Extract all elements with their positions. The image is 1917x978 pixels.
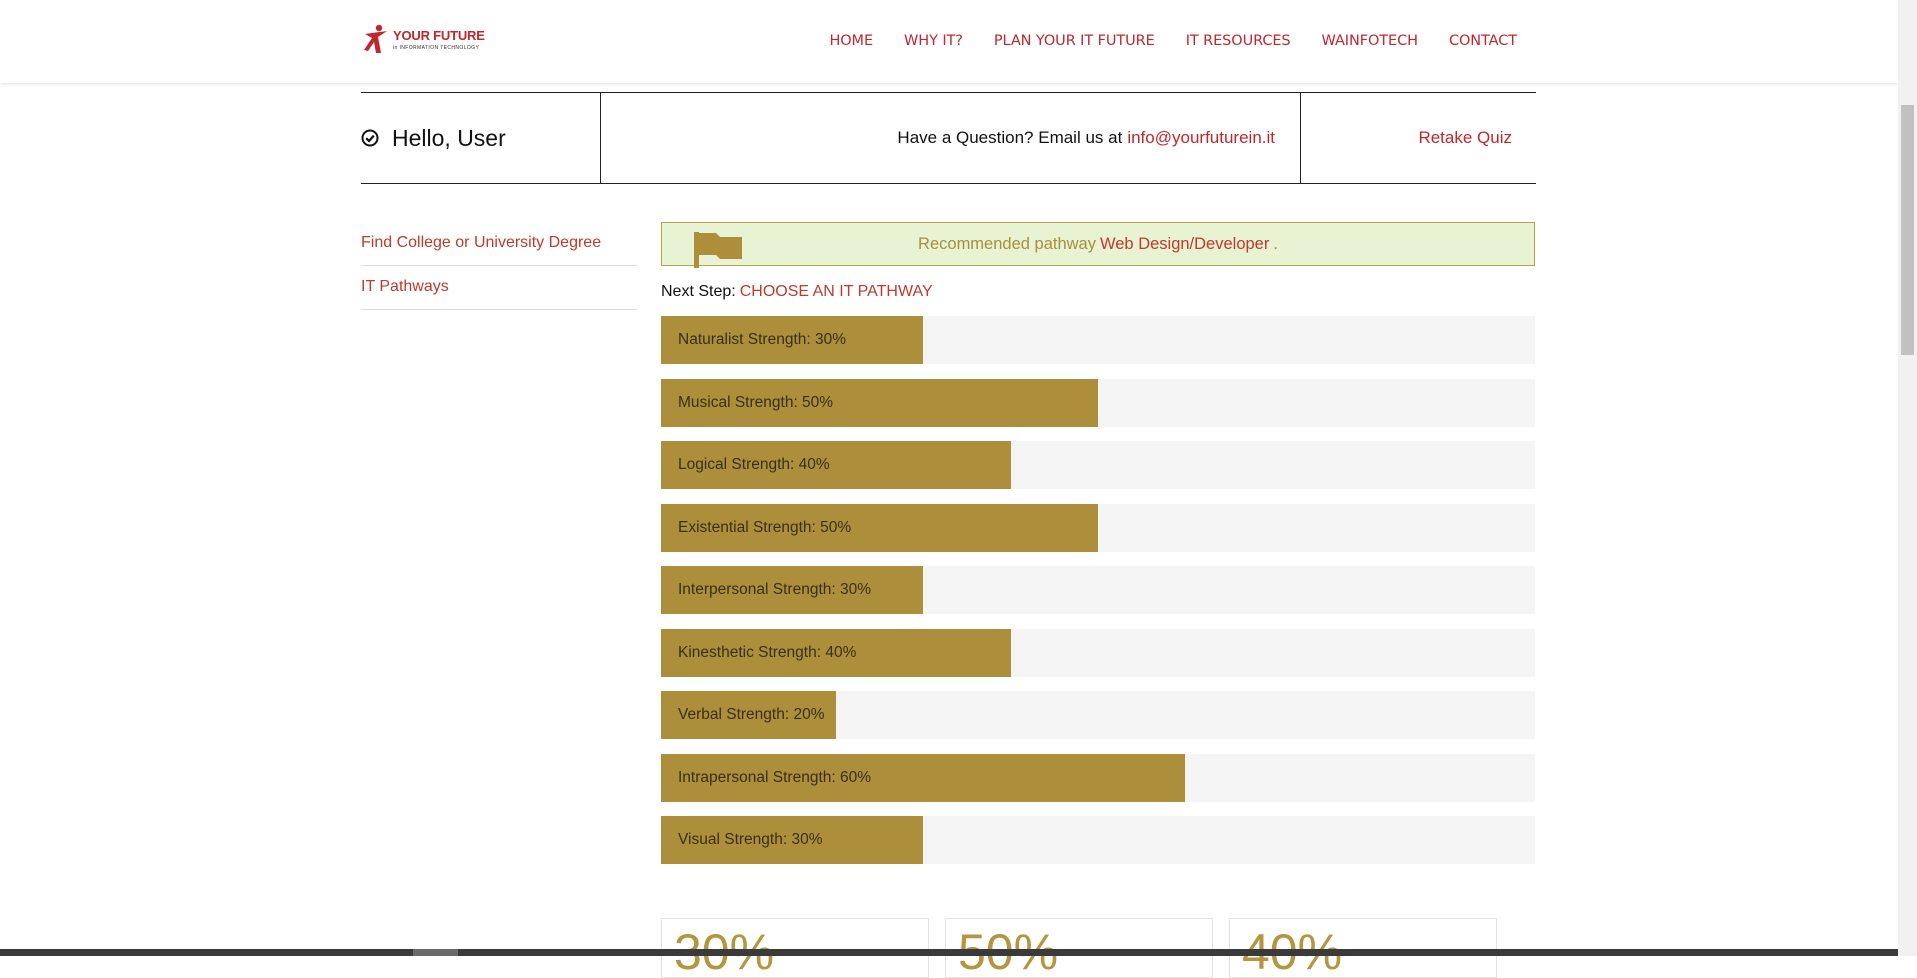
- strength-bar: Interpersonal Strength: 30%: [661, 566, 1535, 614]
- strength-bar-label: Visual Strength: 30%: [678, 831, 823, 848]
- question-text: Have a Question? Email us at: [897, 128, 1123, 147]
- user-info-row: Hello, User Have a Question? Email us at…: [361, 92, 1536, 184]
- contact-question-cell: Have a Question? Email us at info@yourfu…: [601, 93, 1301, 183]
- nav-home[interactable]: HOME: [829, 33, 873, 49]
- strength-bar-label: Existential Strength: 50%: [678, 518, 852, 536]
- strength-bar: Kinesthetic Strength: 40%: [661, 628, 1535, 677]
- strength-bar: Logical Strength: 40%: [661, 441, 1535, 489]
- strength-bar: Musical Strength: 50%: [661, 378, 1535, 427]
- strength-bar-label: Verbal Strength: 20%: [678, 706, 825, 723]
- strength-bar-label: Interpersonal Strength: 30%: [678, 581, 872, 598]
- strength-bar: Visual Strength: 30%: [661, 816, 1535, 864]
- retake-cell: Retake Quiz: [1301, 93, 1536, 183]
- runner-logo-icon: [364, 24, 387, 53]
- nav-it-resources[interactable]: IT RESOURCES: [1186, 33, 1291, 49]
- flag-icon: [694, 232, 742, 268]
- main-nav: HOME WHY IT? PLAN YOUR IT FUTURE IT RESO…: [798, 33, 1517, 49]
- recommended-pathway-banner: Recommended pathway Web Design/Developer…: [661, 222, 1535, 268]
- next-step: Next Step: CHOOSE AN IT PATHWAY: [661, 283, 1535, 301]
- choose-pathway-link[interactable]: CHOOSE AN IT PATHWAY: [740, 283, 933, 300]
- horizontal-scrollbar[interactable]: [0, 949, 1898, 956]
- recommended-pathway: Web Design/Developer: [1099, 234, 1270, 253]
- recommended-suffix: .: [1273, 234, 1278, 253]
- sidebar-item-find-college[interactable]: Find College or University Degree: [361, 222, 637, 266]
- sidebar: Find College or University Degree IT Pat…: [361, 222, 637, 310]
- score-card: 40%: [1229, 918, 1497, 978]
- strength-bar: Verbal Strength: 20%: [661, 691, 1535, 739]
- strength-bar-label: Kinesthetic Strength: 40%: [678, 643, 857, 661]
- nav-wainfotech[interactable]: WAINFOTECH: [1322, 33, 1418, 49]
- strength-bar-label: Musical Strength: 50%: [678, 393, 834, 411]
- next-step-label: Next Step:: [661, 283, 736, 300]
- results-panel: Recommended pathway Web Design/Developer…: [661, 222, 1535, 879]
- check-circle-icon: [361, 129, 379, 147]
- sidebar-item-it-pathways[interactable]: IT Pathways: [361, 266, 637, 310]
- logo-text: YOUR FUTURE: [393, 27, 485, 43]
- email-link[interactable]: info@yourfuturein.it: [1127, 128, 1275, 148]
- recommended-label: Recommended pathway: [918, 234, 1096, 253]
- greeting-cell: Hello, User: [361, 93, 601, 183]
- nav-contact[interactable]: CONTACT: [1449, 33, 1517, 49]
- vertical-scrollbar[interactable]: [1898, 0, 1917, 956]
- greeting-text: Hello, User: [392, 124, 506, 151]
- retake-quiz-link[interactable]: Retake Quiz: [1418, 128, 1512, 148]
- horizontal-scrollbar-thumb[interactable]: [413, 949, 458, 956]
- strength-bar: Existential Strength: 50%: [661, 503, 1535, 552]
- strength-bar-label: Intrapersonal Strength: 60%: [678, 768, 872, 786]
- logo-subtext: in INFORMATION TECHNOLOGY: [393, 44, 480, 51]
- nav-plan-your-it-future[interactable]: PLAN YOUR IT FUTURE: [994, 33, 1155, 49]
- strength-bar: Naturalist Strength: 30%: [661, 316, 1535, 364]
- score-card: 30%: [661, 918, 929, 978]
- score-cards: 30% 50% 40%: [661, 918, 1497, 978]
- strength-bar-label: Logical Strength: 40%: [678, 456, 830, 473]
- strength-bars: Naturalist Strength: 30% Musical Strength…: [661, 316, 1535, 864]
- strength-bar: Intrapersonal Strength: 60%: [661, 753, 1535, 802]
- score-card: 50%: [945, 918, 1213, 978]
- nav-why-it[interactable]: WHY IT?: [904, 33, 963, 49]
- strength-bar-label: Naturalist Strength: 30%: [678, 331, 847, 348]
- site-header: YOUR FUTURE in INFORMATION TECHNOLOGY HO…: [0, 0, 1898, 83]
- site-logo[interactable]: YOUR FUTURE in INFORMATION TECHNOLOGY: [361, 23, 491, 55]
- scrollbar-thumb[interactable]: [1901, 105, 1914, 355]
